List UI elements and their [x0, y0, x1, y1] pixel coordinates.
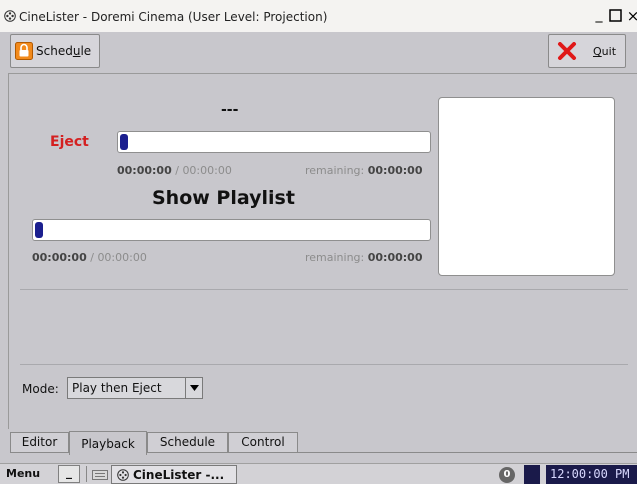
tab-schedule[interactable]: Schedule — [147, 432, 228, 453]
playlist-title: Show Playlist — [152, 187, 295, 209]
tab-baseline — [298, 452, 637, 453]
schedule-button[interactable]: Schedule — [10, 34, 100, 68]
film-reel-icon — [4, 10, 16, 22]
minimize-button[interactable]: _ — [591, 7, 607, 23]
clip-remaining-value: 00:00:00 — [367, 164, 423, 177]
playlist-progress-bar[interactable] — [32, 219, 431, 241]
playlist-total: 00:00:00 — [97, 251, 147, 264]
window-title: CineLister - Doremi Cinema (User Level: … — [19, 10, 328, 24]
red-x-icon — [558, 42, 576, 60]
schedule-button-label: Schedule — [36, 44, 92, 58]
title-bar: CineLister - Doremi Cinema (User Level: … — [0, 0, 637, 32]
clip-progress-bar[interactable] — [117, 131, 431, 153]
divider — [20, 289, 628, 290]
preview-area — [438, 97, 615, 276]
playlist-remaining-label: remaining: — [305, 251, 368, 264]
quit-button[interactable]: Quit — [548, 34, 626, 68]
clip-remaining-label: remaining: — [305, 164, 368, 177]
mode-select[interactable]: Play then Eject — [67, 377, 203, 399]
playlist-remaining-value: 00:00:00 — [367, 251, 423, 264]
keyboard-icon[interactable] — [92, 470, 108, 480]
clip-total: 00:00:00 — [182, 164, 232, 177]
clip-title: --- — [221, 102, 239, 118]
taskbar-clock: 12:00:00 PM — [546, 465, 637, 484]
playlist-elapsed: 00:00:00 — [32, 251, 87, 264]
notification-counter[interactable]: 0 — [499, 467, 515, 483]
taskbar-task-label: CineLister -... — [133, 468, 225, 482]
playlist-progress-fill — [35, 222, 43, 238]
maximize-button[interactable] — [607, 8, 623, 24]
taskbar-task-cinelister[interactable]: CineLister -... — [111, 465, 237, 484]
mode-select-value: Play then Eject — [72, 381, 162, 395]
workspace-indicator[interactable] — [524, 465, 540, 484]
tab-editor[interactable]: Editor — [10, 432, 69, 453]
quit-button-label: Quit — [593, 45, 617, 58]
chevron-down-icon — [190, 385, 199, 391]
tab-playback[interactable]: Playback — [69, 431, 147, 455]
close-window-button[interactable]: × — [625, 8, 637, 24]
start-menu-button[interactable]: Menu — [6, 467, 40, 480]
clip-separator: / — [171, 164, 183, 177]
taskbar-separator — [86, 466, 87, 482]
clip-remaining: remaining: 00:00:00 — [305, 163, 422, 177]
tab-control[interactable]: Control — [228, 432, 298, 453]
playlist-remaining: remaining: 00:00:00 — [305, 250, 422, 264]
lock-icon — [15, 42, 33, 60]
clip-progress-fill — [120, 134, 128, 150]
eject-label: Eject — [50, 134, 89, 150]
clip-elapsed: 00:00:00 — [117, 164, 172, 177]
playlist-elapsed-time: 00:00:00 / 00:00:00 — [32, 250, 147, 264]
clip-elapsed-time: 00:00:00 / 00:00:00 — [117, 163, 232, 177]
playlist-separator: / — [86, 251, 98, 264]
divider — [20, 364, 628, 365]
film-reel-icon — [117, 469, 129, 481]
mode-select-divider — [185, 378, 186, 398]
mode-label: Mode: — [22, 382, 59, 396]
show-desktop-button[interactable]: _ — [58, 465, 80, 483]
